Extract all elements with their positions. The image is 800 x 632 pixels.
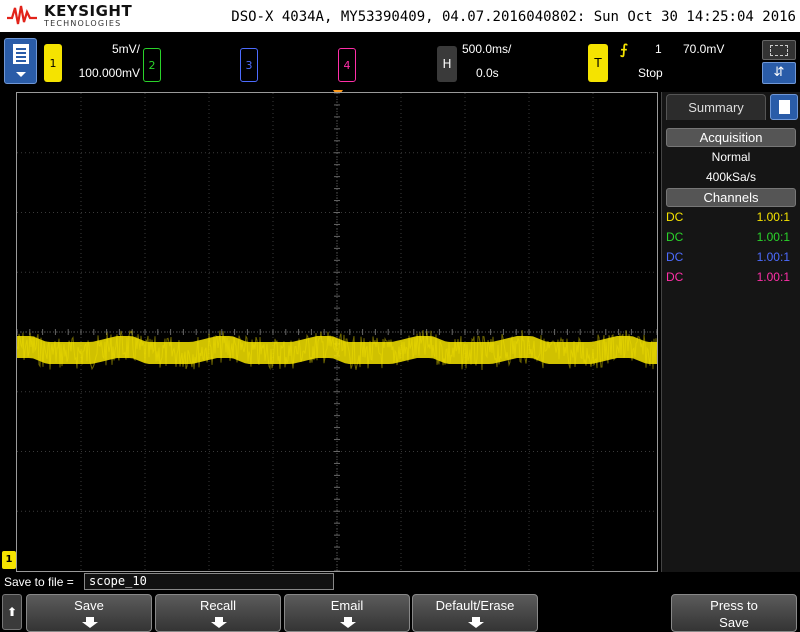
instrument-info: DSO-X 4034A, MY53390409, 04.07.201604080… [231,9,796,25]
horizontal-delay[interactable]: 0.0s [476,66,499,80]
arrow-down-icon [340,617,356,629]
channel-summary-row-3: DC 1.00:1 [666,250,796,268]
panel-menu-button[interactable] [770,94,798,120]
probe-ratio: 1.00:1 [756,210,790,224]
keysight-wave-icon [7,5,37,25]
save-to-file-label: Save to file = [4,575,74,589]
zoom-window-button[interactable] [762,40,796,60]
probe-ratio: 1.00:1 [756,270,790,284]
back-button[interactable]: ⬆ [2,594,22,630]
channel-1-offset[interactable]: 100.000mV [66,66,140,80]
coupling: DC [666,230,684,244]
run-state: Stop [638,66,663,80]
acquisition-heading: Acquisition [666,128,796,147]
channel-2-button[interactable]: 2 [143,48,161,82]
arrow-down-icon [211,617,227,629]
coupling: DC [666,270,684,284]
coupling: DC [666,250,684,264]
arrow-down-icon [82,617,98,629]
email-label: Email [330,598,364,613]
brand-name: KEYSIGHT [44,2,133,20]
coupling: DC [666,210,684,224]
document-icon [779,100,790,114]
default-erase-label: Default/Erase [435,598,515,613]
trigger-source[interactable]: 1 [655,42,662,56]
brand-subtitle: TECHNOLOGIES [44,19,122,28]
channel-1-button[interactable]: 1 [44,44,62,82]
rising-edge-icon: ⨍ [620,42,628,58]
channel-summary-row-2: DC 1.00:1 [666,230,796,248]
zoom-window-icon [770,45,788,56]
measure-cursor-button[interactable]: ⇵ [762,62,796,84]
trigger-button[interactable]: T [588,44,608,82]
channel-4-button[interactable]: 4 [338,48,356,82]
channel-summary-row-4: DC 1.00:1 [666,270,796,288]
keysight-logo: KEYSIGHT TECHNOLOGIES [6,2,146,30]
channel-strip: 1 5mV/ 100.000mV 2 3 4 H 500.0ms/ 0.0s T… [0,32,800,90]
chevron-down-icon [16,72,26,77]
file-name-field[interactable]: scope_10 [84,573,334,590]
main-menu-button[interactable] [4,38,37,84]
recall-label: Recall [199,598,237,613]
probe-ratio: 1.00:1 [756,230,790,244]
recall-button[interactable]: Recall [155,594,281,632]
press-to-save-button[interactable]: Press to Save [671,594,797,632]
save-label: Save [74,598,104,613]
channel-1-ground-marker[interactable]: 1 [2,551,16,569]
probe-ratio: 1.00:1 [756,250,790,264]
arrow-down-icon [468,617,484,629]
cursor-arrows-icon: ⇵ [773,65,785,80]
acquisition-mode: Normal [711,150,751,164]
summary-panel: Summary Acquisition Normal 400kSa/s Chan… [661,92,800,572]
horizontal-time-scale[interactable]: 500.0ms/ [462,42,511,56]
channels-heading: Channels [666,188,796,207]
tab-summary[interactable]: Summary [666,94,766,120]
title-bar: KEYSIGHT TECHNOLOGIES DSO-X 4034A, MY533… [0,0,800,32]
graticule-svg [17,93,657,571]
channel-1-scale[interactable]: 5mV/ [70,42,140,56]
save-to-file-bar: Save to file = scope_10 [0,573,660,591]
save-button[interactable]: Save [26,594,152,632]
default-erase-button[interactable]: Default/Erase [412,594,538,632]
menu-doc-icon [13,44,29,64]
waveform-display[interactable] [16,92,658,572]
softkey-bar: ⬆ Save Recall Email Default/Erase Press … [0,592,800,632]
trigger-level[interactable]: 70.0mV [683,42,724,56]
channel-summary-row-1: DC 1.00:1 [666,210,796,228]
email-button[interactable]: Email [284,594,410,632]
press-to-save-label-1: Press to [710,598,758,613]
sample-rate: 400kSa/s [705,170,757,184]
press-to-save-label-2: Save [719,615,749,630]
channel-3-button[interactable]: 3 [240,48,258,82]
horizontal-button[interactable]: H [437,46,457,82]
